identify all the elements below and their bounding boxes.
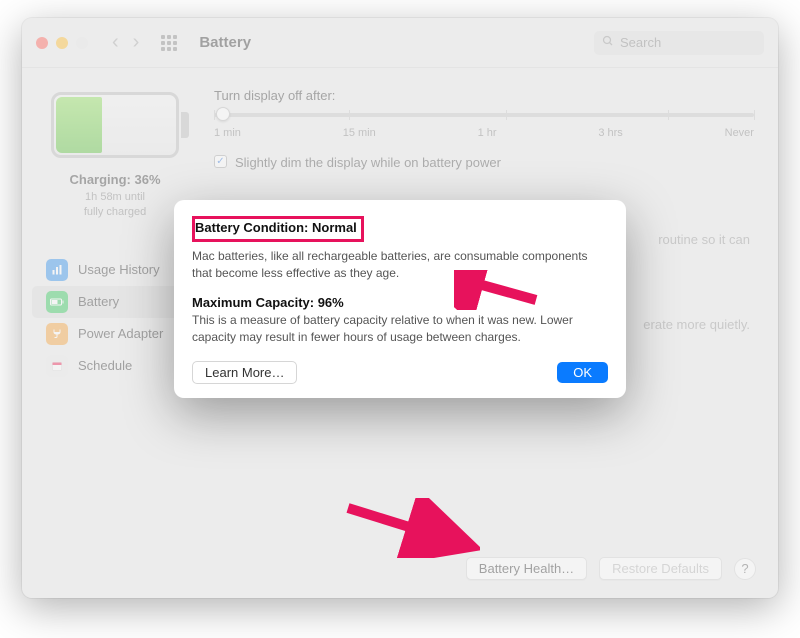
ok-button[interactable]: OK: [557, 362, 608, 383]
maximum-capacity-heading: Maximum Capacity: 96%: [192, 295, 344, 310]
learn-more-button[interactable]: Learn More…: [192, 361, 297, 384]
battery-condition-description: Mac batteries, like all rechargeable bat…: [192, 248, 608, 283]
battery-health-sheet: Battery Condition: Normal Mac batteries,…: [174, 200, 626, 398]
maximum-capacity-description: This is a measure of battery capacity re…: [192, 312, 608, 347]
annotation-highlight-box: Battery Condition: Normal: [192, 216, 364, 242]
battery-condition-heading: Battery Condition: Normal: [195, 220, 357, 235]
